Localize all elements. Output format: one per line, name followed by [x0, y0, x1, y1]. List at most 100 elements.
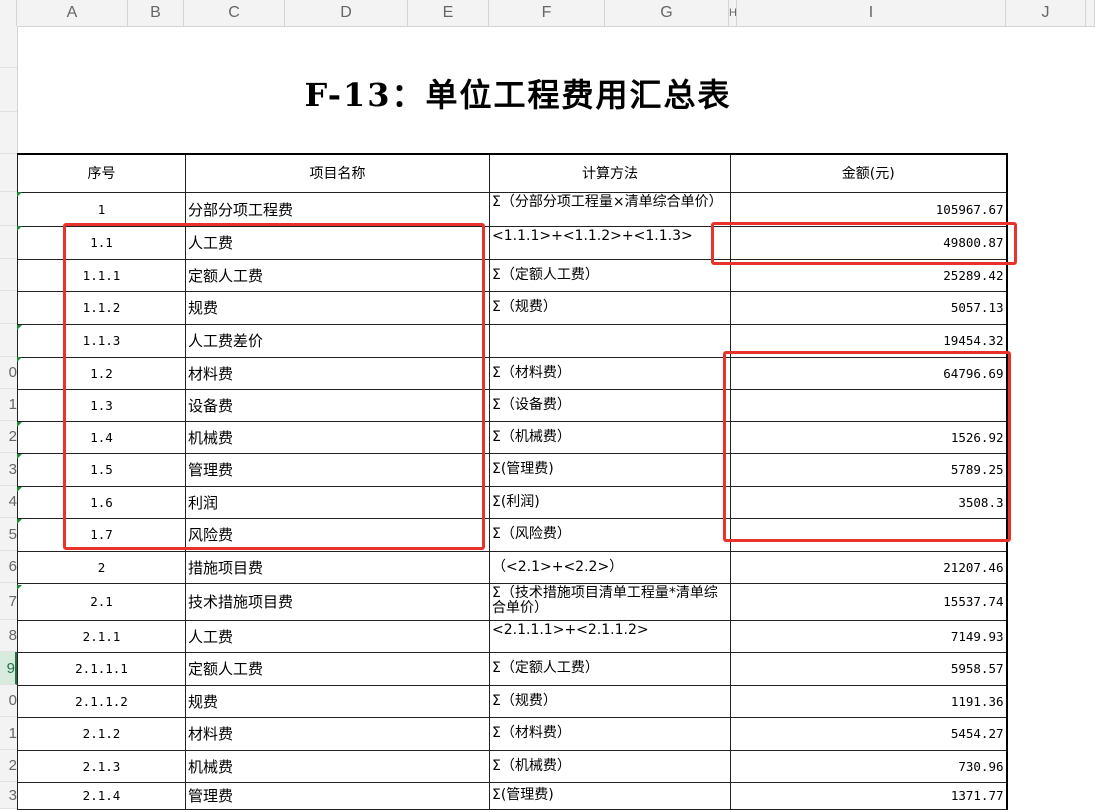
row-header[interactable] — [0, 154, 17, 192]
row-header[interactable] — [0, 26, 17, 68]
cell-no[interactable]: 1.1.2 — [17, 290, 186, 325]
cell-name[interactable]: 材料费 — [185, 716, 490, 751]
row-header-4[interactable]: 4 — [0, 486, 17, 518]
cell-name[interactable]: 技术措施项目费 — [185, 582, 490, 621]
cell-amount[interactable] — [730, 517, 1008, 552]
error-indicator-icon[interactable] — [17, 585, 22, 590]
cell-no[interactable]: 1.5 — [17, 452, 186, 487]
cell-method[interactable]: Σ（材料费） — [489, 716, 731, 751]
cell-no[interactable]: 1.1 — [17, 225, 186, 260]
sheet-title[interactable]: F-13：单位工程费用汇总表 — [18, 70, 1018, 116]
cell-no[interactable]: 2.1.3 — [17, 749, 186, 783]
cell-name[interactable]: 规费 — [185, 290, 490, 325]
row-header-5[interactable]: 5 — [0, 518, 17, 551]
cell-name[interactable]: 规费 — [185, 684, 490, 718]
cell-name[interactable]: 分部分项工程费 — [185, 191, 490, 227]
cell-amount[interactable]: 5057.13 — [730, 290, 1008, 325]
error-indicator-icon[interactable] — [17, 226, 22, 231]
cell-no[interactable]: 2.1.1 — [17, 619, 186, 653]
header-name[interactable]: 项目名称 — [185, 153, 490, 193]
column-header-f[interactable]: F — [489, 0, 605, 26]
cell-method[interactable]: Σ（规费） — [489, 684, 731, 718]
column-header-i[interactable]: I — [737, 0, 1006, 26]
cell-no[interactable]: 1.3 — [17, 388, 186, 422]
cell-no[interactable]: 1.6 — [17, 485, 186, 519]
cell-method[interactable]: （<2.1>+<2.2>） — [489, 550, 731, 584]
row-header-11[interactable]: 1 — [0, 717, 17, 750]
cell-method[interactable]: Σ（材料费） — [489, 356, 731, 390]
row-header[interactable] — [0, 226, 17, 259]
cell-no[interactable]: 1.1.1 — [17, 258, 186, 292]
cell-no[interactable]: 2.1 — [17, 582, 186, 621]
cell-name[interactable]: 设备费 — [185, 388, 490, 422]
cell-no[interactable]: 2 — [17, 550, 186, 584]
row-header-3[interactable]: 3 — [0, 453, 17, 486]
row-header[interactable] — [0, 291, 17, 324]
cell-no[interactable]: 2.1.4 — [17, 781, 186, 810]
cell-amount[interactable]: 105967.67 — [730, 191, 1008, 227]
cell-name[interactable]: 措施项目费 — [185, 550, 490, 584]
cell-name[interactable]: 人工费 — [185, 225, 490, 260]
column-header-c[interactable]: C — [184, 0, 285, 26]
error-indicator-icon[interactable] — [17, 519, 22, 524]
cell-amount[interactable]: 3508.3 — [730, 485, 1008, 519]
cell-name[interactable]: 人工费差价 — [185, 323, 490, 358]
cell-method[interactable]: Σ（技术措施项目清单工程量*清单综合单价） — [489, 582, 731, 621]
header-no[interactable]: 序号 — [17, 153, 186, 193]
cell-amount[interactable]: 21207.46 — [730, 550, 1008, 584]
cell-no[interactable]: 2.1.1.1 — [17, 651, 186, 686]
cell-amount[interactable]: 64796.69 — [730, 356, 1008, 390]
row-header[interactable] — [0, 324, 17, 357]
cell-name[interactable]: 定额人工费 — [185, 258, 490, 292]
cell-amount[interactable]: 15537.74 — [730, 582, 1008, 621]
cell-method[interactable]: Σ(利润) — [489, 485, 731, 519]
cell-amount[interactable]: 1526.92 — [730, 420, 1008, 454]
select-all-corner[interactable] — [0, 0, 17, 26]
cell-method[interactable]: Σ（机械费） — [489, 749, 731, 783]
row-header[interactable] — [0, 259, 17, 291]
column-header-k[interactable] — [1086, 0, 1095, 26]
cell-method[interactable]: Σ（定额人工费） — [489, 651, 731, 686]
header-amount[interactable]: 金额(元) — [730, 153, 1008, 193]
cell-method[interactable]: Σ（分部分项工程量×清单综合单价） — [489, 191, 731, 227]
column-header-d[interactable]: D — [285, 0, 408, 26]
row-header-7[interactable]: 7 — [0, 583, 17, 620]
cell-name[interactable]: 人工费 — [185, 619, 490, 653]
error-indicator-icon[interactable] — [17, 325, 22, 330]
cell-amount[interactable]: 25289.42 — [730, 258, 1008, 292]
row-header-10[interactable]: 0 — [0, 685, 17, 717]
error-indicator-icon[interactable] — [17, 192, 22, 197]
cell-name[interactable]: 风险费 — [185, 517, 490, 552]
error-indicator-icon[interactable] — [17, 357, 22, 362]
cell-no[interactable]: 1.4 — [17, 420, 186, 454]
cell-name[interactable]: 定额人工费 — [185, 651, 490, 686]
row-header-8[interactable]: 8 — [0, 620, 17, 652]
cell-amount[interactable]: 1191.36 — [730, 684, 1008, 718]
cell-amount[interactable]: 49800.87 — [730, 225, 1008, 260]
cell-method[interactable]: Σ（设备费） — [489, 388, 731, 422]
cell-name[interactable]: 材料费 — [185, 356, 490, 390]
row-header-12[interactable]: 2 — [0, 750, 17, 782]
cell-method[interactable]: Σ（规费） — [489, 290, 731, 325]
cell-name[interactable]: 机械费 — [185, 749, 490, 783]
cell-no[interactable]: 2.1.2 — [17, 716, 186, 751]
column-header-a[interactable]: A — [17, 0, 128, 26]
cell-name[interactable]: 管理费 — [185, 452, 490, 487]
cell-amount[interactable]: 5789.25 — [730, 452, 1008, 487]
cell-name[interactable]: 利润 — [185, 485, 490, 519]
cell-no[interactable]: 1.1.3 — [17, 323, 186, 358]
column-header-b[interactable]: B — [128, 0, 184, 26]
cell-amount[interactable]: 1371.77 — [730, 781, 1008, 810]
column-header-e[interactable]: E — [408, 0, 489, 26]
cell-method[interactable]: Σ（风险费） — [489, 517, 731, 552]
column-header-j[interactable]: J — [1006, 0, 1086, 26]
column-header-g[interactable]: G — [605, 0, 729, 26]
row-header[interactable] — [0, 192, 17, 226]
cell-amount[interactable]: 5454.27 — [730, 716, 1008, 751]
row-header-2[interactable]: 2 — [0, 421, 17, 453]
error-indicator-icon[interactable] — [17, 454, 22, 459]
header-method[interactable]: 计算方法 — [489, 153, 731, 193]
cell-method[interactable]: <1.1.1>+<1.1.2>+<1.1.3> — [489, 225, 731, 260]
cell-name[interactable]: 管理费 — [185, 781, 490, 810]
row-header-1[interactable]: 1 — [0, 389, 17, 421]
